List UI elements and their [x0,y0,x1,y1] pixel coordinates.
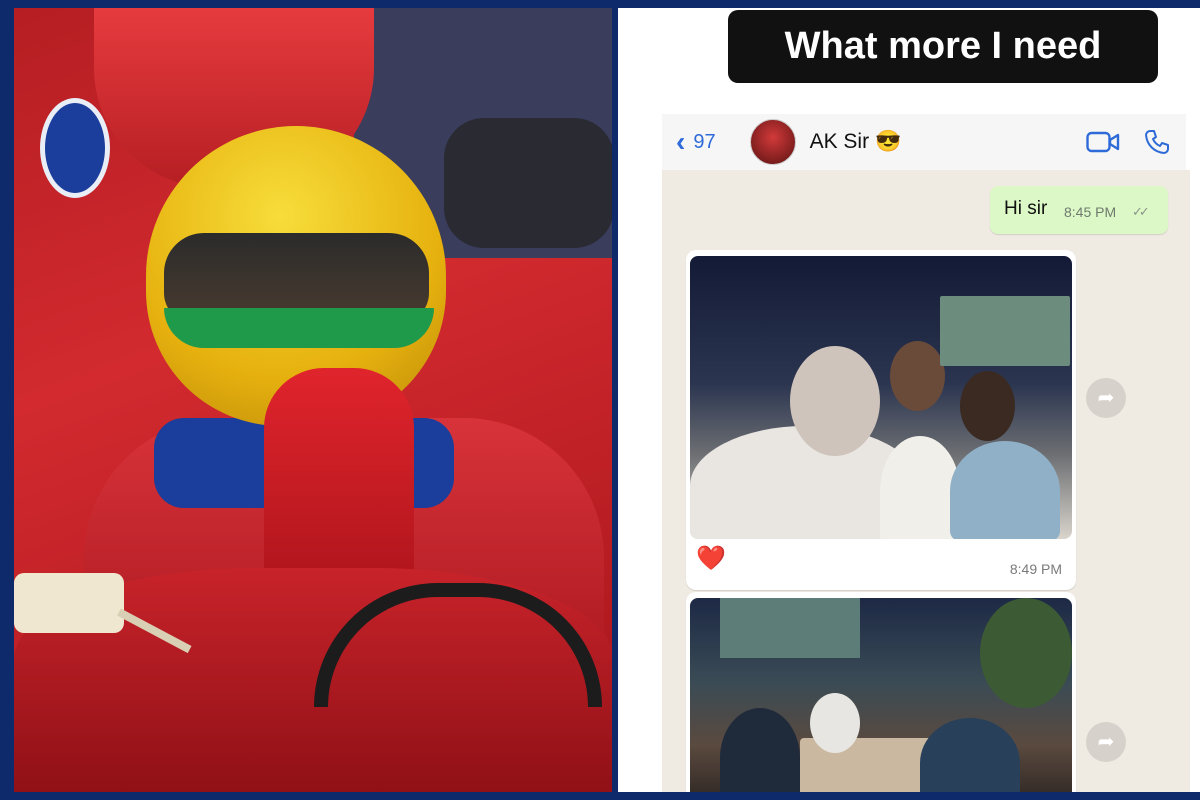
fluid-bottle [14,573,124,633]
read-receipt-icon: ✓✓ [1132,204,1150,219]
contact-name[interactable]: AK Sir [810,130,870,154]
building-silhouette [940,296,1070,366]
racing-driver-photo [14,8,612,792]
person-silhouette [880,436,960,539]
unread-count[interactable]: 97 [693,131,715,154]
person-silhouette [810,693,860,753]
helmet-stripe [164,308,434,348]
phone-icon[interactable] [1144,129,1170,155]
person-silhouette [720,708,800,792]
outgoing-message[interactable]: Hi sir 8:45 PM ✓✓ [990,186,1168,234]
person-silhouette [950,441,1060,539]
message-time: 8:45 PM [1064,204,1117,220]
person-silhouette [920,718,1020,792]
person-silhouette [790,346,880,456]
forward-icon[interactable]: ➦ [1086,378,1126,418]
background-tyre [444,118,612,248]
group-dinner-photo[interactable] [690,598,1072,792]
tree-silhouette [980,598,1072,708]
person-silhouette [960,371,1015,441]
person-silhouette [890,341,945,411]
chevron-left-icon[interactable]: ‹ [676,126,685,158]
group-selfie-photo[interactable] [690,256,1072,539]
message-time: 8:49 PM [1009,561,1062,577]
building-silhouette [720,598,860,658]
car-logo-badge [40,98,110,198]
forward-icon[interactable]: ➦ [1086,722,1126,762]
whatsapp-story-screenshot: What more I need ‹ 97 AK Sir 😎 Hi sir 8:… [618,8,1200,792]
chat-area[interactable]: Hi sir 8:45 PM ✓✓ ❤️ 8:49 PM ➦ ➦ [662,170,1190,792]
avatar[interactable] [749,119,796,165]
contact-emoji: 😎 [875,130,902,153]
incoming-photo-message[interactable] [686,592,1076,792]
chat-header: ‹ 97 AK Sir 😎 [662,114,1186,170]
incoming-photo-message[interactable]: ❤️ 8:49 PM [686,250,1076,590]
story-caption: What more I need [728,10,1158,83]
video-camera-icon[interactable] [1086,130,1120,154]
message-text: Hi sir [1004,198,1048,219]
message-reaction[interactable]: ❤️ [696,544,726,573]
